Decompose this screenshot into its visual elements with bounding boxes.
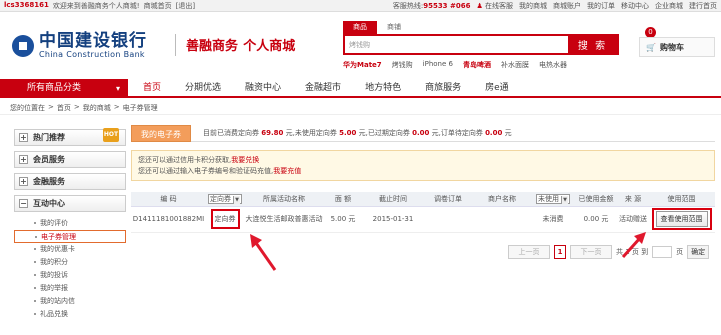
hotword[interactable]: 补水面膜: [501, 60, 529, 70]
coupon-type: 定向券: [210, 209, 240, 229]
notice-box: 您还可以通过信用卡积分获取,我要兑换 您还可以通过输入电子券编号和验证码充值,我…: [131, 150, 715, 181]
my-mall-link[interactable]: 我的商城: [519, 1, 547, 11]
main-nav: 所有商品分类 ▾ 首页 分期优选 融资中心 金融超市 地方特色 商旅服务 房e通: [0, 79, 721, 98]
sidebar-section-member[interactable]: + 会员服务: [14, 151, 126, 168]
coupon-amount: 5.00 元: [324, 206, 362, 233]
table-row: D1411181001882MI 定向券 大连悦生活邮政普惠活动 5.00 元 …: [131, 206, 715, 233]
expand-icon: +: [19, 155, 28, 164]
ccb-logo[interactable]: 中国建设银行 China Construction Bank: [12, 32, 147, 59]
hotword[interactable]: iPhone 6: [423, 60, 453, 70]
logout-link[interactable]: [退出]: [176, 1, 195, 11]
header-divider: [175, 34, 176, 56]
expand-icon: +: [19, 133, 28, 142]
cart-label: 购物车: [659, 42, 684, 52]
ccb-logo-icon: [12, 34, 34, 57]
cart-icon: 🛒: [646, 42, 656, 52]
mall-brand: 善融商务 个人商城: [186, 39, 296, 54]
expand-icon: +: [19, 177, 28, 186]
deadline: 2015-01-31: [362, 206, 424, 233]
hotline: 客服热线:95533 #066: [392, 2, 471, 10]
sidebar-item[interactable]: 我的评价: [14, 217, 126, 230]
coupon-summary: 目前已消费定向券 69.80 元,未使用定向券 5.00 元,已过期定向券 0.…: [203, 129, 512, 137]
cart-button[interactable]: 🛒 购物车: [639, 37, 715, 57]
search-box: 搜 索: [343, 34, 619, 55]
nav-item[interactable]: 地方特色: [365, 79, 401, 98]
chevron-down-icon: ▼: [233, 195, 240, 204]
merchant: [472, 206, 532, 233]
logo-cn-text: 中国建设银行: [39, 31, 147, 51]
sidebar-section-interaction[interactable]: − 互动中心: [14, 195, 126, 212]
used-amount: 0.00 元: [574, 206, 618, 233]
username[interactable]: lcs3368161: [4, 1, 49, 11]
search-tab-goods[interactable]: 商品: [343, 21, 377, 34]
mobile-center-link[interactable]: 移动中心: [621, 1, 649, 11]
collapse-icon: −: [19, 199, 28, 208]
chevron-down-icon: ▾: [115, 84, 120, 93]
divider: [0, 114, 721, 115]
ccb-home-link[interactable]: 建行首页: [689, 1, 717, 11]
enterprise-link[interactable]: 企业商城: [655, 1, 683, 11]
sidebar-section-hot[interactable]: + 热门推荐 HOT: [14, 128, 126, 146]
hotword[interactable]: 青岛啤酒: [463, 60, 491, 70]
search-tabs: 商品 商铺: [343, 21, 411, 34]
annotation-arrow: [250, 234, 277, 271]
search-input[interactable]: [345, 36, 568, 53]
redeem-link[interactable]: 我要兑换: [231, 156, 259, 164]
view-scope-button[interactable]: 查看使用范围: [655, 211, 708, 227]
hot-keywords: 华为Mate7 烤钱购 iPhone 6 青岛啤酒 补水面膜 电热水器: [343, 60, 567, 70]
nav-item[interactable]: 商旅服务: [425, 79, 461, 98]
logo-en-text: China Construction Bank: [39, 50, 145, 59]
main-content: 我的电子券 目前已消费定向券 69.80 元,未使用定向券 5.00 元,已过期…: [131, 124, 715, 259]
nav-item[interactable]: 金融超市: [305, 79, 341, 98]
order: [424, 206, 472, 233]
my-orders-link[interactable]: 我的订单: [587, 1, 615, 11]
recharge-link[interactable]: 我要充值: [273, 167, 301, 175]
online-service-link[interactable]: ♟ 在线客服: [476, 1, 513, 11]
user-icon: ♟: [476, 2, 483, 10]
coupon-status: 未消费: [532, 206, 574, 233]
search-button[interactable]: 搜 索: [568, 36, 617, 53]
sidebar-item[interactable]: 礼品兑换: [14, 308, 126, 321]
next-page-button[interactable]: 下一页: [570, 245, 612, 259]
coupon-code: D1411181001882MI: [131, 206, 206, 233]
breadcrumb: 您的位置在 > 首页 > 我的商城 > 电子券管理: [10, 103, 158, 112]
search-tab-shops[interactable]: 商铺: [377, 21, 411, 34]
home-link[interactable]: 商城首页: [144, 1, 172, 11]
sidebar-item[interactable]: 我的站内信: [14, 295, 126, 308]
tab-my-coupons[interactable]: 我的电子券: [131, 124, 191, 142]
sidebar: + 热门推荐 HOT + 会员服务 + 金融服务 − 互动中心 我的评价 电子券管理 我…: [14, 128, 126, 321]
sidebar-item[interactable]: 我的优惠卡: [14, 243, 126, 256]
page-go-button[interactable]: 确定: [687, 245, 710, 259]
welcome-text: 欢迎来到善融商务个人商城!: [52, 2, 140, 10]
top-bar: lcs3368161 欢迎来到善融商务个人商城! 商城首页 [退出] 客服热线:…: [0, 0, 721, 12]
nav-item[interactable]: 房e通: [485, 79, 509, 98]
hotword[interactable]: 烤钱购: [392, 60, 413, 70]
page-jump-input[interactable]: [652, 246, 673, 258]
annotation-arrow: [621, 232, 646, 259]
status-filter-select[interactable]: 未使用 ▼: [532, 192, 574, 207]
nav-item[interactable]: 融资中心: [245, 79, 281, 98]
type-filter-select[interactable]: 定向券 ▼: [206, 192, 244, 207]
all-categories-button[interactable]: 所有商品分类 ▾: [0, 79, 128, 98]
coupon-table: 编 码 定向券 ▼ 所属活动名称 面 额 截止时间 调卷订单 商户名称 未使用 ▼ …: [131, 192, 715, 233]
mall-account-link[interactable]: 商城账户: [553, 1, 581, 11]
hot-badge: HOT: [103, 128, 119, 142]
hotword[interactable]: 华为Mate7: [343, 60, 382, 70]
hotword[interactable]: 电热水器: [539, 60, 567, 70]
pagination: 上一页 1 下一页 共 1 页 到 页 确定: [508, 245, 710, 259]
nav-item[interactable]: 首页: [143, 79, 161, 98]
sidebar-item[interactable]: 我的积分: [14, 256, 126, 269]
chevron-down-icon: ▼: [561, 195, 568, 204]
sidebar-section-finance[interactable]: + 金融服务: [14, 173, 126, 190]
sidebar-item-active[interactable]: 电子券管理: [14, 230, 126, 243]
prev-page-button[interactable]: 上一页: [508, 245, 550, 259]
coupon-source: 活动赠送: [618, 206, 648, 233]
sidebar-item[interactable]: 我的投诉: [14, 269, 126, 282]
table-header: 编 码 定向券 ▼ 所属活动名称 面 额 截止时间 调卷订单 商户名称 未使用 ▼ …: [131, 192, 715, 207]
activity-name: 大连悦生活邮政普惠活动: [244, 206, 324, 233]
sidebar-item[interactable]: 我的举报: [14, 282, 126, 295]
nav-item[interactable]: 分期优选: [185, 79, 221, 98]
page-number[interactable]: 1: [554, 245, 566, 259]
